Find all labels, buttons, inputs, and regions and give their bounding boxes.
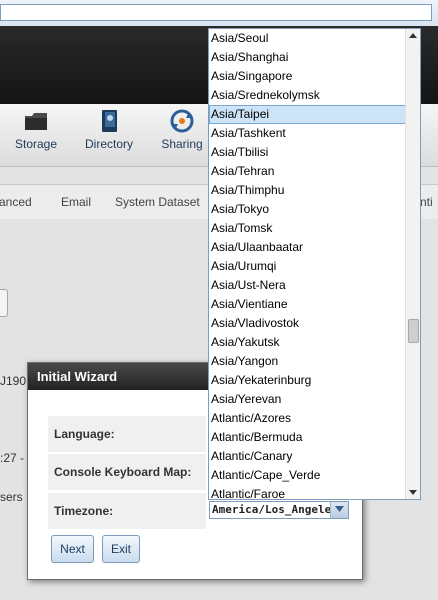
tab-system-dataset[interactable]: System Dataset: [115, 195, 200, 209]
exit-button[interactable]: Exit: [102, 535, 140, 563]
background-text: J190: [0, 374, 27, 388]
timezone-option[interactable]: Asia/Thimphu: [209, 181, 406, 200]
timezone-dropdown-list[interactable]: Asia/Seoul Asia/Shanghai Asia/Singapore Asi…: [208, 28, 421, 500]
scroll-up-icon[interactable]: [406, 29, 420, 43]
background-text: sers: [0, 490, 23, 504]
nav-storage-label: Storage: [14, 137, 58, 151]
timezone-option[interactable]: Asia/Ust-Nera: [209, 276, 406, 295]
timezone-option[interactable]: Asia/Yangon: [209, 352, 406, 371]
sharing-icon: [170, 109, 194, 133]
timezone-option[interactable]: Asia/Yekaterinburg: [209, 371, 406, 390]
timezone-option[interactable]: Asia/Ulaanbaatar: [209, 238, 406, 257]
nav-storage[interactable]: Storage: [12, 108, 60, 151]
timezone-option[interactable]: Asia/Vientiane: [209, 295, 406, 314]
browser-toolbar: [0, 0, 438, 27]
nav-sharing-label: Sharing: [161, 137, 203, 151]
dropdown-arrow-icon[interactable]: [330, 502, 348, 518]
scroll-thumb[interactable]: [408, 319, 419, 343]
scroll-down-icon[interactable]: [406, 485, 420, 499]
address-bar[interactable]: [0, 4, 432, 21]
next-button[interactable]: Next: [51, 535, 94, 563]
nav-directory[interactable]: Directory: [82, 108, 136, 151]
timezone-option[interactable]: Asia/Yakutsk: [209, 333, 406, 352]
timezone-select[interactable]: America/Los_Angeles: [209, 501, 349, 519]
timezone-option[interactable]: Asia/Urumqi: [209, 257, 406, 276]
timezone-options: Asia/Seoul Asia/Shanghai Asia/Singapore Asi…: [209, 29, 406, 499]
timezone-option[interactable]: Atlantic/Azores: [209, 409, 406, 428]
directory-book-icon: [102, 110, 117, 132]
timezone-option[interactable]: Asia/Yerevan: [209, 390, 406, 409]
tab-email[interactable]: Email: [61, 195, 91, 209]
timezone-option[interactable]: Asia/Tehran: [209, 162, 406, 181]
nav-directory-label: Directory: [84, 137, 133, 151]
timezone-option[interactable]: Asia/Srednekolymsk: [209, 86, 406, 105]
timezone-option[interactable]: Asia/Vladivostok: [209, 314, 406, 333]
timezone-option[interactable]: Asia/Tokyo: [209, 200, 406, 219]
timezone-option[interactable]: Asia/Shanghai: [209, 48, 406, 67]
timezone-option[interactable]: Asia/Singapore: [209, 67, 406, 86]
timezone-option[interactable]: Asia/Tomsk: [209, 219, 406, 238]
timezone-option[interactable]: Atlantic/Cape_Verde: [209, 466, 406, 485]
timezone-option[interactable]: Atlantic/Faroe: [209, 485, 406, 499]
background-text: :27 -: [0, 451, 25, 465]
dropdown-scrollbar[interactable]: [405, 29, 420, 499]
timezone-option[interactable]: Atlantic/Canary: [209, 447, 406, 466]
storage-icon: [25, 113, 47, 130]
timezone-option[interactable]: Asia/Seoul: [209, 29, 406, 48]
timezone-option[interactable]: Asia/Tbilisi: [209, 143, 406, 162]
timezone-option[interactable]: Atlantic/Bermuda: [209, 428, 406, 447]
background-button[interactable]: [0, 289, 8, 317]
timezone-option[interactable]: Asia/Taipei: [209, 105, 406, 124]
nav-sharing[interactable]: Sharing: [158, 108, 206, 151]
language-label: Language:: [48, 416, 206, 452]
tab-partial-right[interactable]: nti: [420, 195, 433, 209]
keyboard-map-label: Console Keyboard Map:: [48, 454, 206, 490]
timezone-value: America/Los_Angeles: [212, 503, 338, 516]
tab-advanced[interactable]: anced: [0, 195, 32, 209]
timezone-label: Timezone:: [48, 493, 206, 529]
timezone-option[interactable]: Asia/Tashkent: [209, 124, 406, 143]
